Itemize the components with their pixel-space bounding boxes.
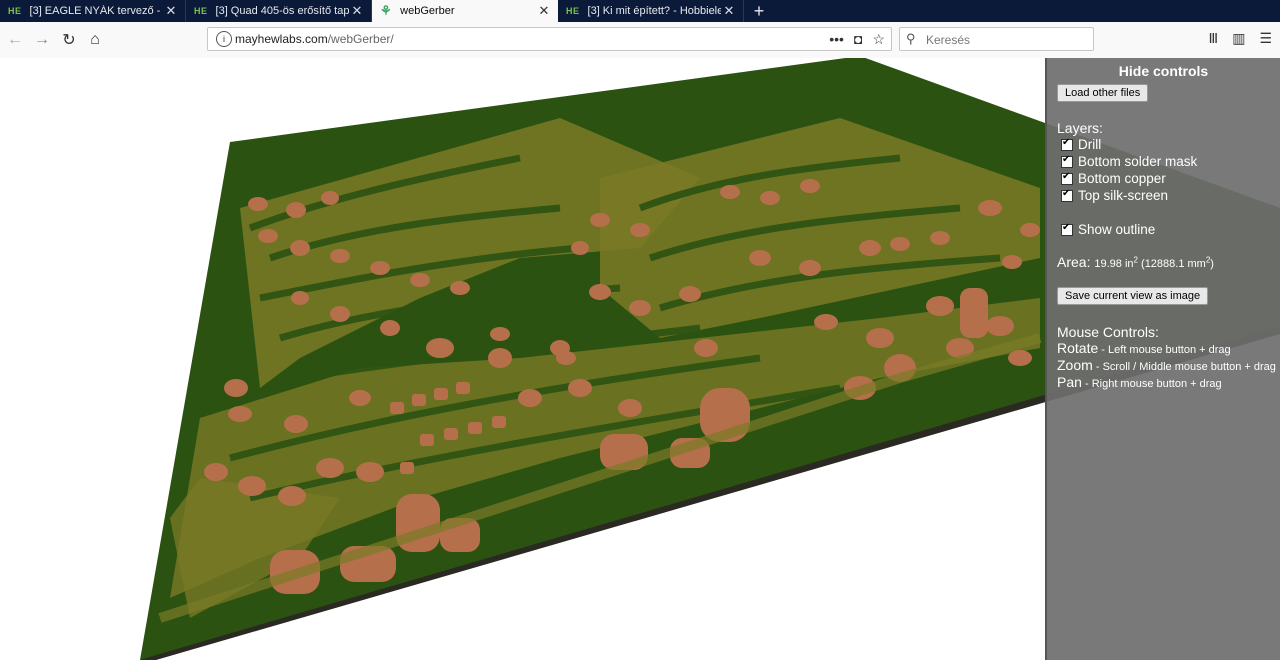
layer-label: Drill xyxy=(1078,137,1102,152)
hide-controls-toggle[interactable]: Hide controls xyxy=(1057,63,1270,79)
menu-icon[interactable]: ☰ xyxy=(1259,30,1272,47)
layer-label: Top silk-screen xyxy=(1078,188,1169,203)
mouse-control-rotate: Rotate - Left mouse button + drag xyxy=(1057,340,1231,356)
save-view-button[interactable]: Save current view as image xyxy=(1057,287,1209,305)
tab-bar: HE [3] EAGLE NYÁK tervező - Hobbi ✕ HE [… xyxy=(0,0,1280,22)
webgerber-icon: ⚘ xyxy=(380,3,393,18)
close-icon[interactable]: ✕ xyxy=(721,3,737,19)
tab-ki-mit-epitett[interactable]: HE [3] Ki mit épített? - Hobbielekt ✕ xyxy=(558,0,744,22)
he-favicon-icon: HE xyxy=(194,6,208,16)
layers-heading: Layers: xyxy=(1057,120,1103,136)
mouse-control-pan: Pan - Right mouse button + drag xyxy=(1057,374,1222,390)
he-favicon-icon: HE xyxy=(8,6,22,16)
checkbox[interactable] xyxy=(1061,222,1073,236)
close-icon[interactable]: ✕ xyxy=(536,3,552,19)
tab-title: [3] Ki mit épített? - Hobbielekt xyxy=(587,5,721,17)
mouse-control-zoom: Zoom - Scroll / Middle mouse button + dr… xyxy=(1057,357,1276,373)
new-tab-icon[interactable]: + xyxy=(744,0,774,22)
load-other-files-button[interactable]: Load other files xyxy=(1057,84,1149,102)
tab-quad[interactable]: HE [3] Quad 405-ös erősítő tapasz ✕ xyxy=(186,0,372,22)
forward-icon[interactable]: → xyxy=(31,29,53,51)
close-icon[interactable]: ✕ xyxy=(349,3,365,19)
layer-top-silk-screen[interactable]: Top silk-screen xyxy=(1061,187,1280,204)
url-text: mayhewlabs.com/webGerber/ xyxy=(235,32,394,46)
more-actions-icon[interactable]: ••• xyxy=(829,31,844,48)
home-icon[interactable]: ⌂ xyxy=(84,29,106,51)
layer-bottom-copper[interactable]: Bottom copper xyxy=(1061,170,1280,187)
tab-title: [3] EAGLE NYÁK tervező - Hobbi xyxy=(29,5,163,17)
checkbox[interactable] xyxy=(1061,154,1073,168)
url-bar[interactable]: i mayhewlabs.com/webGerber/ ••• ◘ ☆ xyxy=(207,27,892,51)
he-favicon-icon: HE xyxy=(566,6,580,16)
library-icon[interactable]: Ⅲ xyxy=(1209,30,1219,47)
tab-webgerber[interactable]: ⚘ webGerber ✕ xyxy=(372,0,558,22)
show-outline-label: Show outline xyxy=(1078,222,1156,237)
layer-label: Bottom solder mask xyxy=(1078,154,1198,169)
tab-eagle[interactable]: HE [3] EAGLE NYÁK tervező - Hobbi ✕ xyxy=(0,0,186,22)
search-placeholder: Keresés xyxy=(926,33,971,47)
checkbox[interactable] xyxy=(1061,188,1073,202)
pocket-icon[interactable]: ◘ xyxy=(854,31,862,48)
mouse-controls-heading: Mouse Controls: xyxy=(1057,324,1159,340)
close-icon[interactable]: ✕ xyxy=(163,3,179,19)
tab-title: webGerber xyxy=(400,5,455,17)
bookmark-star-icon[interactable]: ☆ xyxy=(872,31,885,48)
layer-label: Bottom copper xyxy=(1078,171,1166,186)
show-outline-toggle[interactable]: Show outline xyxy=(1061,221,1280,238)
tab-title: [3] Quad 405-ös erősítő tapasz xyxy=(215,5,349,17)
controls-panel: Hide controls Load other files Layers: D… xyxy=(1045,58,1280,660)
search-input[interactable]: ⚲ Keresés xyxy=(899,27,1094,51)
info-icon[interactable]: i xyxy=(216,31,232,47)
reload-icon[interactable]: ↻ xyxy=(58,29,80,51)
navigation-bar: ← → ↻ ⌂ i mayhewlabs.com/webGerber/ ••• … xyxy=(0,22,1280,59)
back-icon[interactable]: ← xyxy=(4,29,26,51)
layer-bottom-solder-mask[interactable]: Bottom solder mask xyxy=(1061,153,1280,170)
sidebar-icon[interactable]: ▥ xyxy=(1232,30,1245,47)
area-readout: Area: 19.98 in2 (12888.1 mm2) xyxy=(1057,254,1214,270)
checkbox[interactable] xyxy=(1061,137,1073,151)
checkbox[interactable] xyxy=(1061,171,1073,185)
search-icon: ⚲ xyxy=(906,31,916,46)
layer-drill[interactable]: Drill xyxy=(1061,136,1280,153)
